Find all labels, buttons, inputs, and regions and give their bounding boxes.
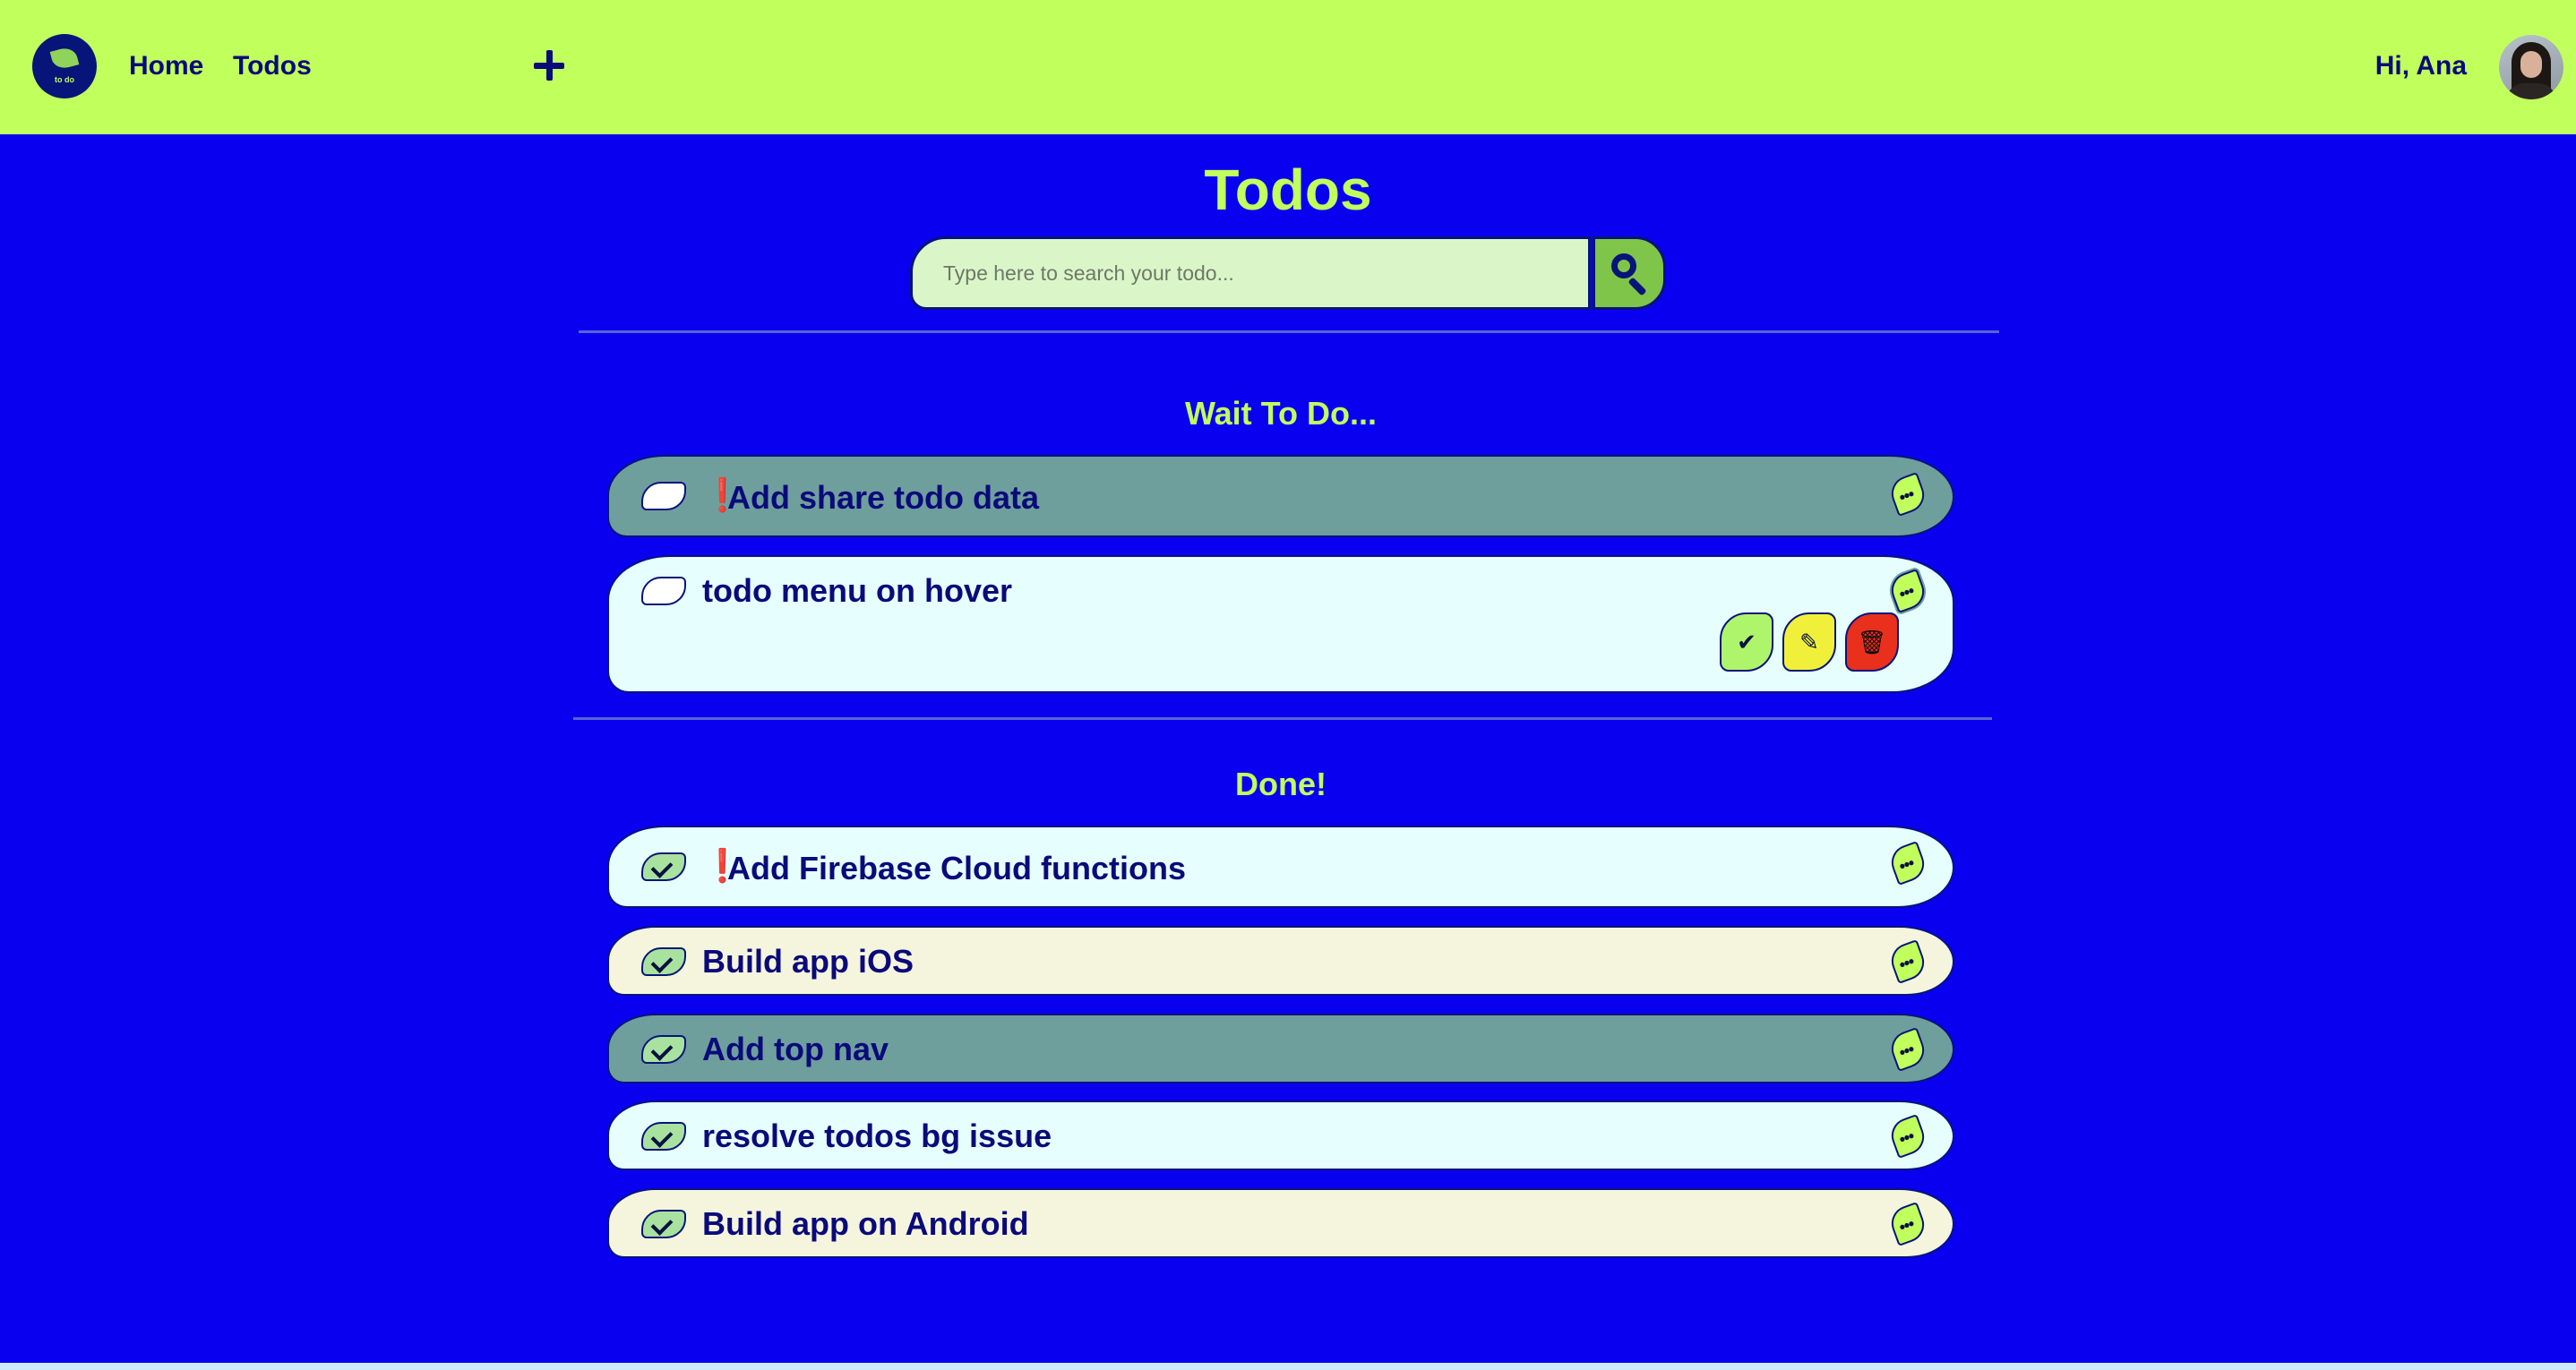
add-todo-button[interactable] — [528, 45, 570, 86]
todo-checkbox[interactable] — [641, 1122, 686, 1151]
leaf-icon — [49, 45, 80, 72]
todo-item[interactable]: Add top nav ••• — [607, 1014, 1954, 1083]
todo-item[interactable]: ❗ Add Firebase Cloud functions ••• — [607, 826, 1954, 908]
todo-text: todo menu on hover — [702, 572, 1012, 609]
todo-menu-button[interactable]: ••• — [1886, 1027, 1929, 1072]
todo-text: Add top nav — [702, 1031, 889, 1067]
todo-menu-button[interactable]: ••• — [1886, 841, 1929, 886]
section-title-done: Done! — [1235, 766, 1327, 802]
todo-menu-button[interactable]: ••• — [1886, 939, 1929, 984]
complete-todo-button[interactable]: ✔ — [1720, 612, 1773, 672]
check-icon — [650, 1213, 674, 1236]
check-icon — [650, 1039, 674, 1061]
todo-checkbox[interactable] — [641, 1035, 686, 1064]
divider — [579, 330, 1999, 333]
todo-item[interactable]: Build app on Android ••• — [607, 1188, 1954, 1258]
more-icon: ••• — [1896, 581, 1917, 604]
todo-checkbox[interactable] — [641, 852, 686, 881]
page-title: Todos — [1204, 158, 1372, 222]
logo-text: to do — [55, 75, 74, 84]
nav-link-todos[interactable]: Todos — [233, 47, 312, 86]
pencil-icon: ✎ — [1799, 629, 1819, 655]
todo-checkbox[interactable] — [641, 947, 686, 976]
delete-todo-button[interactable]: 🗑 — [1845, 612, 1899, 672]
search-bar — [910, 236, 1670, 313]
todo-text: Build app on Android — [702, 1205, 1029, 1242]
more-icon: ••• — [1896, 484, 1917, 507]
todo-item[interactable]: resolve todos bg issue ••• — [607, 1100, 1954, 1170]
check-icon — [650, 951, 674, 973]
todo-text: Add Firebase Cloud functions — [727, 850, 1187, 886]
edit-todo-button[interactable]: ✎ — [1782, 612, 1836, 672]
search-button[interactable] — [1593, 236, 1666, 310]
app-logo[interactable]: to do — [32, 34, 97, 98]
todo-menu-button[interactable]: ••• — [1886, 472, 1929, 517]
top-nav: to do Home Todos Hi, Ana — [0, 0, 2576, 134]
todo-checkbox[interactable] — [641, 482, 686, 510]
more-icon: ••• — [1896, 952, 1917, 974]
search-input[interactable] — [910, 236, 1591, 310]
avatar-face — [2520, 51, 2542, 78]
todo-menu-button[interactable]: ••• — [1886, 1114, 1929, 1159]
nav-link-home[interactable]: Home — [129, 47, 203, 86]
trash-icon: 🗑 — [1857, 629, 1887, 655]
section-title-pending: Wait To Do... — [1185, 395, 1377, 432]
todo-text: Build app iOS — [702, 943, 914, 980]
check-icon: ✔ — [1737, 629, 1756, 655]
divider — [573, 717, 1992, 720]
todo-text: Add share todo data — [727, 479, 1040, 516]
check-icon — [650, 1126, 674, 1148]
todo-menu-button[interactable]: ••• — [1886, 569, 1929, 613]
todo-item[interactable]: ❗ Add share todo data ••• — [607, 455, 1954, 537]
todo-checkbox[interactable] — [641, 577, 686, 605]
more-icon: ••• — [1896, 1126, 1917, 1149]
todo-text: resolve todos bg issue — [702, 1117, 1052, 1154]
todo-item[interactable]: todo menu on hover ••• ✔ ✎ 🗑 — [607, 555, 1954, 693]
more-icon: ••• — [1896, 853, 1917, 876]
user-avatar[interactable] — [2499, 35, 2563, 99]
user-greeting: Hi, Ana — [2374, 51, 2467, 81]
todo-menu-button[interactable]: ••• — [1886, 1202, 1929, 1246]
more-icon: ••• — [1896, 1040, 1917, 1062]
bottom-edge — [0, 1363, 2576, 1370]
todo-item[interactable]: Build app iOS ••• — [607, 926, 1954, 996]
todo-checkbox[interactable] — [641, 1210, 686, 1238]
more-icon: ••• — [1896, 1214, 1917, 1237]
check-icon — [650, 856, 674, 878]
